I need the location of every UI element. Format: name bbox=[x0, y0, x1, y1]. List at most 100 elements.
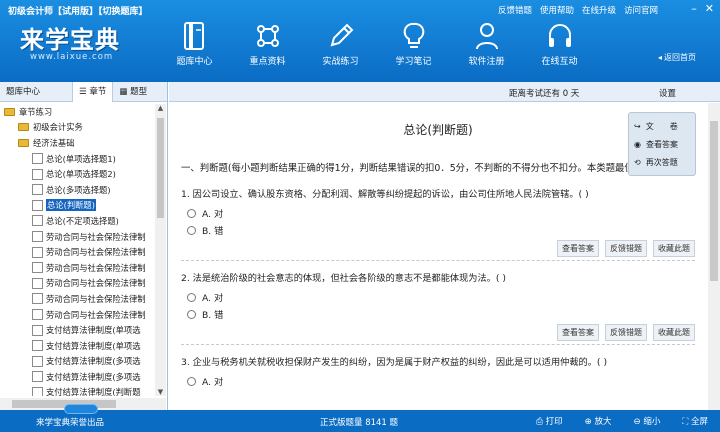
checkbox[interactable] bbox=[32, 231, 43, 243]
radio-button[interactable] bbox=[187, 309, 196, 319]
report-error-button[interactable]: 反馈错题 bbox=[605, 240, 647, 257]
tree-item[interactable]: 总论(单项选择题2) bbox=[0, 166, 154, 182]
checkbox[interactable] bbox=[32, 246, 43, 258]
website-link[interactable]: 访问官网 bbox=[624, 4, 658, 16]
favorite-button[interactable]: 收藏此题 bbox=[653, 324, 695, 341]
float-label: 再次答题 bbox=[645, 157, 678, 167]
checkbox[interactable] bbox=[32, 340, 43, 352]
checkbox[interactable] bbox=[32, 215, 43, 227]
tree-item[interactable]: 劳动合同与社会保险法律制 bbox=[0, 307, 154, 323]
home-arrow-icon: ◂ bbox=[657, 53, 662, 62]
close-icon[interactable]: ✕ bbox=[705, 2, 714, 15]
tree-label: 支付结算法律制度(判断题 bbox=[46, 387, 141, 396]
question-text: 1. 因公司设立、确认股东资格、分配利润、解散等纠纷提起的诉讼，由公司住所地人民… bbox=[181, 189, 589, 200]
checkbox[interactable] bbox=[32, 386, 43, 396]
header-bar: 初级会计师【试用版】【切换题库】 反馈错题 使用帮助 在线升级 访问官网 – ✕… bbox=[0, 0, 720, 82]
scroll-thumb[interactable] bbox=[157, 118, 164, 218]
tree-label: 劳动合同与社会保险法律制 bbox=[46, 278, 146, 289]
print-button[interactable]: ⎙ 打印 bbox=[536, 415, 563, 427]
radio-button[interactable] bbox=[187, 376, 196, 386]
tree-item[interactable]: 劳动合同与社会保险法律制 bbox=[0, 276, 154, 292]
tree-label: 总论(不定项选择题) bbox=[46, 215, 119, 226]
fullscreen-button[interactable]: ⛶ 全屏 bbox=[682, 415, 708, 427]
nav-notes[interactable]: 学习笔记 bbox=[377, 20, 450, 67]
zoom-out-button[interactable]: ⊖ 缩小 bbox=[633, 415, 660, 427]
tree-item[interactable]: 总论(单项选择题1) bbox=[0, 151, 154, 167]
checkbox[interactable] bbox=[32, 199, 43, 211]
checkbox[interactable] bbox=[32, 184, 43, 196]
zoom-out-icon: ⊖ bbox=[633, 417, 644, 427]
tree-item[interactable]: 支付结算法律制度(单项选 bbox=[0, 322, 154, 338]
minimize-icon[interactable]: – bbox=[691, 2, 697, 15]
tree-folder[interactable]: 初级会计实务 bbox=[0, 120, 154, 136]
main-nav: 题库中心 重点资料 实战练习 学习笔记 软件注册 在线互动 bbox=[158, 20, 596, 67]
answer-option[interactable]: A. 对 bbox=[181, 290, 695, 304]
view-answer-button[interactable]: 查看答案 bbox=[557, 240, 599, 257]
scroll-down-icon[interactable]: ▼ bbox=[155, 388, 166, 396]
tree-vertical-scrollbar[interactable]: ▲ ▼ bbox=[155, 104, 166, 396]
zoom-in-button[interactable]: ⊕ 放大 bbox=[585, 415, 612, 427]
window-controls: – ✕ bbox=[691, 2, 714, 15]
return-home-button[interactable]: ◂ 返回首页 bbox=[658, 52, 696, 63]
nav-practice[interactable]: 实战练习 bbox=[304, 20, 377, 67]
print-icon: ⎙ bbox=[536, 417, 546, 427]
tree-label: 支付结算法律制度(多项选 bbox=[46, 356, 141, 367]
tree-item[interactable]: 总论(不定项选择题) bbox=[0, 213, 154, 229]
zoom-in-icon: ⊕ bbox=[584, 417, 595, 427]
favorite-button[interactable]: 收藏此题 bbox=[653, 240, 695, 257]
scroll-up-icon[interactable]: ▲ bbox=[155, 104, 166, 112]
view-answer-button[interactable]: 查看答案 bbox=[557, 324, 599, 341]
tree-item[interactable]: 劳动合同与社会保险法律制 bbox=[0, 229, 154, 245]
tree-item[interactable]: 劳动合同与社会保险法律制 bbox=[0, 291, 154, 307]
checkbox[interactable] bbox=[32, 324, 43, 336]
question-actions: 查看答案 反馈错题 收藏此题 bbox=[181, 240, 695, 257]
checkbox[interactable] bbox=[32, 168, 43, 180]
tree-item[interactable]: 支付结算法律制度(多项选 bbox=[0, 354, 154, 370]
tab-chapters[interactable]: ☰ 章节 bbox=[72, 82, 114, 102]
nav-question-bank[interactable]: 题库中心 bbox=[158, 20, 231, 67]
tab-question-bank[interactable]: 题库中心 bbox=[0, 82, 72, 102]
retry-button[interactable]: ⟲ 再次答题 bbox=[634, 153, 690, 171]
nav-online[interactable]: 在线互动 bbox=[523, 20, 596, 67]
report-error-button[interactable]: 反馈错题 bbox=[605, 324, 647, 341]
action-label: 缩小 bbox=[643, 417, 661, 427]
checkbox[interactable] bbox=[32, 309, 43, 321]
tree-item[interactable]: 支付结算法律制度(判断题 bbox=[0, 385, 154, 396]
checkbox[interactable] bbox=[32, 293, 43, 305]
paper-button[interactable]: ↪ 文 卷 bbox=[634, 117, 690, 135]
radio-button[interactable] bbox=[187, 208, 196, 218]
divider bbox=[181, 260, 695, 261]
radio-button[interactable] bbox=[187, 225, 196, 235]
radio-button[interactable] bbox=[187, 292, 196, 302]
tree-folder[interactable]: 经济法基础 bbox=[0, 135, 154, 151]
tree-item[interactable]: 劳动合同与社会保险法律制 bbox=[0, 260, 154, 276]
checkbox[interactable] bbox=[32, 153, 43, 165]
tree-item[interactable]: 总论(多项选择题) bbox=[0, 182, 154, 198]
settings-button[interactable]: 设置 bbox=[659, 87, 676, 99]
tab-question-types[interactable]: ▦ 题型 bbox=[113, 82, 153, 102]
answer-option[interactable]: B. 错 bbox=[181, 307, 695, 321]
scroll-thumb[interactable] bbox=[710, 121, 718, 281]
checkbox[interactable] bbox=[32, 371, 43, 383]
tree-folder[interactable]: 章节练习 bbox=[0, 104, 154, 120]
checkbox[interactable] bbox=[32, 355, 43, 367]
panel-toggle[interactable] bbox=[64, 404, 98, 414]
tree-item[interactable]: 总论(判断题) bbox=[0, 198, 154, 214]
tree-item[interactable]: 劳动合同与社会保险法律制 bbox=[0, 244, 154, 260]
nav-register[interactable]: 软件注册 bbox=[450, 20, 523, 67]
answer-option[interactable]: A. 对 bbox=[181, 374, 695, 388]
view-answer-button[interactable]: ◉ 查看答案 bbox=[634, 135, 690, 153]
checkbox[interactable] bbox=[32, 262, 43, 274]
feedback-link[interactable]: 反馈错题 bbox=[498, 4, 532, 16]
nav-key-materials[interactable]: 重点资料 bbox=[231, 20, 304, 67]
app-title[interactable]: 初级会计师【试用版】【切换题库】 bbox=[8, 4, 148, 17]
tree-item[interactable]: 支付结算法律制度(多项选 bbox=[0, 369, 154, 385]
tree-item[interactable]: 支付结算法律制度(单项选 bbox=[0, 338, 154, 354]
help-link[interactable]: 使用帮助 bbox=[540, 4, 574, 16]
folder-icon bbox=[18, 138, 29, 147]
checkbox[interactable] bbox=[32, 277, 43, 289]
answer-option[interactable]: B. 错 bbox=[181, 223, 695, 237]
main-vertical-scrollbar[interactable] bbox=[708, 103, 720, 410]
upgrade-link[interactable]: 在线升级 bbox=[582, 4, 616, 16]
answer-option[interactable]: A. 对 bbox=[181, 206, 695, 220]
